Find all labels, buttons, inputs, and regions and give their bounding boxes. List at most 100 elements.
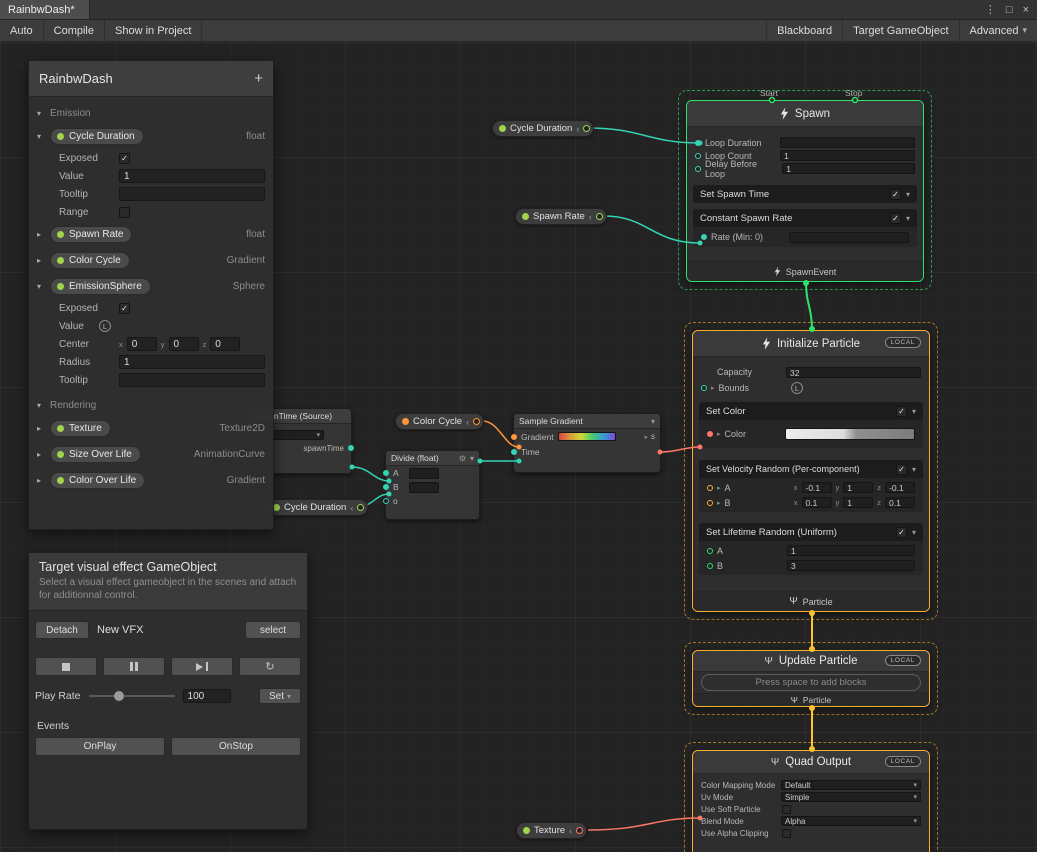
advanced-dropdown[interactable]: Advanced ▾ [959, 20, 1037, 41]
restart-button[interactable]: ↻ [239, 657, 301, 676]
loop-count-port[interactable] [695, 153, 701, 159]
select-button[interactable]: select [245, 621, 301, 639]
divide-a-port[interactable] [383, 470, 389, 476]
caret-down-icon[interactable]: ▾ [912, 407, 916, 416]
caret-right-icon[interactable]: ▸ [37, 424, 45, 433]
caret-right-icon[interactable]: ▸ [717, 430, 721, 438]
blackboard-item-size-over-life[interactable]: ▸ Size Over Life AnimationCurve [29, 441, 273, 467]
collapse-icon[interactable]: ‹ [350, 503, 353, 513]
caret-down-icon[interactable]: ▾ [651, 417, 655, 426]
velocity-a-x-field[interactable]: -0.1 [802, 482, 832, 493]
bounds-link-icon[interactable]: L [791, 382, 803, 394]
set-velocity-block[interactable]: Set Velocity Random (Per-component) ✓ ▾ [699, 460, 923, 478]
set-color-block[interactable]: Set Color ✓ ▾ [699, 402, 923, 420]
exposed-checkbox[interactable]: ✓ [119, 153, 130, 164]
constant-spawn-rate-enabled-checkbox[interactable]: ✓ [890, 213, 901, 224]
blackboard-item-spawn-rate[interactable]: ▸ Spawn Rate float [29, 221, 273, 247]
velocity-a-port[interactable] [707, 485, 713, 491]
close-icon[interactable]: × [1023, 4, 1029, 16]
caret-right-icon[interactable]: ▸ [717, 499, 721, 507]
caret-down-icon[interactable]: ▾ [37, 132, 45, 141]
divide-b-port[interactable] [383, 484, 389, 490]
radius-field[interactable]: 1 [119, 355, 265, 369]
exposed-checkbox[interactable]: ✓ [119, 303, 130, 314]
blackboard-item-texture[interactable]: ▸ Texture Texture2D [29, 415, 273, 441]
velocity-b-x-field[interactable]: 0.1 [802, 497, 832, 508]
cycle-duration-parameter-pill[interactable]: Cycle Duration ‹ [492, 120, 594, 137]
gradient-preview[interactable] [558, 432, 616, 441]
stop-button[interactable] [35, 657, 97, 676]
color-mapping-select[interactable]: Default ▾ [781, 780, 921, 790]
uv-mode-select[interactable]: Simple ▾ [781, 792, 921, 802]
collapse-icon[interactable]: ‹ [569, 826, 572, 836]
color-gradient-field[interactable] [785, 428, 915, 440]
target-gameobject-toggle-button[interactable]: Target GameObject [842, 20, 958, 41]
color-cycle-parameter-pill[interactable]: Color Cycle ‹ [395, 413, 484, 430]
category-emission[interactable]: ▾ Emission [29, 103, 273, 123]
play-rate-field[interactable]: 100 [183, 689, 231, 703]
bounds-port[interactable] [701, 385, 707, 391]
rate-field[interactable] [789, 232, 909, 243]
tooltip-field[interactable] [119, 187, 265, 201]
caret-right-icon[interactable]: ▸ [37, 450, 45, 459]
lifetime-a-field[interactable]: 1 [787, 545, 915, 556]
lifetime-b-port[interactable] [707, 563, 713, 569]
lifetime-b-field[interactable]: 3 [787, 560, 915, 571]
spawn-time-output-port[interactable] [348, 445, 354, 451]
target-gameobject-panel[interactable]: Target visual effect GameObject Select a… [28, 552, 308, 830]
caret-down-icon[interactable]: ▾ [906, 214, 910, 223]
parameter-output-port[interactable] [583, 125, 590, 132]
capacity-field[interactable]: 32 [786, 367, 921, 378]
velocity-a-y-field[interactable]: 1 [843, 482, 873, 493]
parameter-output-port[interactable] [473, 418, 480, 425]
blackboard-item-cycle-duration[interactable]: ▾ Cycle Duration float [29, 123, 273, 149]
parameter-output-port[interactable] [357, 504, 364, 511]
set-lifetime-block[interactable]: Set Lifetime Random (Uniform) ✓ ▾ [699, 523, 923, 541]
texture-parameter-pill[interactable]: Texture ‹ [516, 822, 587, 839]
caret-right-icon[interactable]: ▸ [711, 384, 715, 392]
add-blocks-placeholder[interactable]: Press space to add blocks [701, 674, 921, 691]
delay-before-loop-field[interactable]: 1 [782, 163, 915, 174]
blackboard-item-emission-sphere[interactable]: ▾ EmissionSphere Sphere [29, 273, 273, 299]
spawn-node[interactable]: Spawn Loop Duration Loop Count 1 Delay B… [686, 100, 924, 282]
blend-mode-select[interactable]: Alpha ▾ [781, 816, 921, 826]
loop-duration-field[interactable] [780, 137, 915, 148]
range-checkbox[interactable] [119, 207, 130, 218]
divide-a-field[interactable] [409, 468, 439, 479]
update-node-header[interactable]: Ψ Update Particle LOCAL [693, 651, 929, 672]
set-spawn-time-block[interactable]: Set Spawn Time ✓ ▾ [693, 185, 917, 203]
caret-right-icon[interactable]: ▸ [37, 230, 45, 239]
onplay-button[interactable]: OnPlay [35, 737, 165, 756]
pause-button[interactable] [103, 657, 165, 676]
value-link-icon[interactable]: L [99, 320, 111, 332]
gradient-input-port[interactable] [511, 434, 517, 440]
caret-down-icon[interactable]: ▾ [470, 454, 474, 463]
show-in-project-button[interactable]: Show in Project [105, 20, 202, 41]
initialize-node-header[interactable]: Initialize Particle LOCAL [693, 331, 929, 357]
color-port[interactable] [707, 431, 713, 437]
collapse-icon[interactable]: ‹ [466, 417, 469, 427]
soft-particle-checkbox[interactable] [782, 805, 791, 814]
set-lifetime-enabled-checkbox[interactable]: ✓ [896, 527, 907, 538]
blackboard-toggle-button[interactable]: Blackboard [766, 20, 842, 41]
kebab-menu-icon[interactable]: ⋮ [985, 3, 996, 16]
cycle-duration-parameter-pill-2[interactable]: Cycle Duration ‹ [266, 499, 368, 516]
loop-duration-port[interactable] [695, 140, 701, 146]
blackboard-item-color-over-life[interactable]: ▸ Color Over Life Gradient [29, 467, 273, 493]
divide-b-field[interactable] [409, 482, 439, 493]
rate-port[interactable] [701, 234, 707, 240]
blackboard-item-color-cycle[interactable]: ▸ Color Cycle Gradient [29, 247, 273, 273]
gear-icon[interactable]: ⚙ [459, 454, 466, 463]
velocity-b-port[interactable] [707, 500, 713, 506]
set-color-enabled-checkbox[interactable]: ✓ [896, 406, 907, 417]
sample-gradient-title[interactable]: Sample Gradient ▾ [514, 414, 660, 429]
step-button[interactable] [171, 657, 233, 676]
auto-button[interactable]: Auto [0, 20, 44, 41]
parameter-output-port[interactable] [596, 213, 603, 220]
caret-down-icon[interactable]: ▾ [906, 190, 910, 199]
center-z-field[interactable]: 0 [210, 337, 240, 351]
detach-button[interactable]: Detach [35, 621, 89, 639]
center-y-field[interactable]: 0 [169, 337, 199, 351]
set-spawn-time-enabled-checkbox[interactable]: ✓ [890, 189, 901, 200]
velocity-b-y-field[interactable]: 1 [843, 497, 873, 508]
